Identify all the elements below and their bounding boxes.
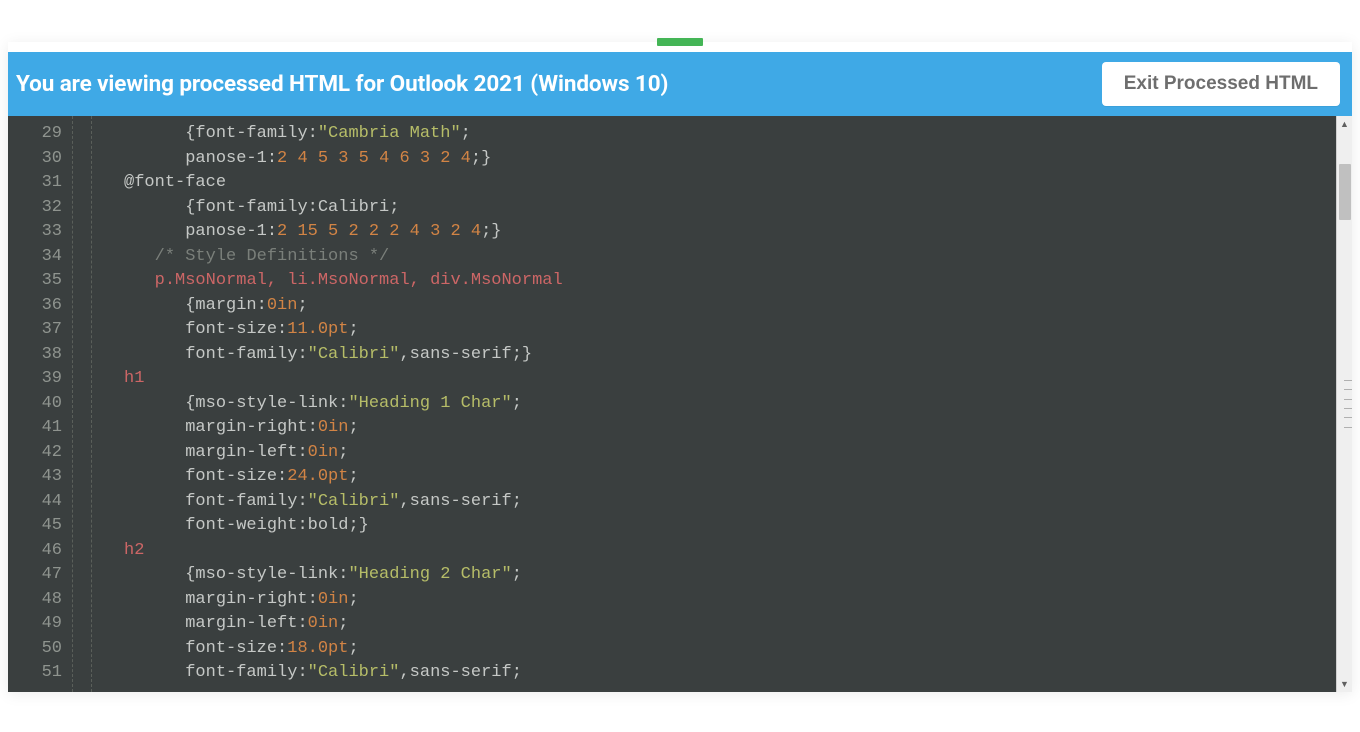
- code-line: h2: [73, 539, 1336, 564]
- scrollbar-grip-icon: [1344, 376, 1352, 432]
- line-number: 40: [8, 392, 72, 417]
- code-line: {mso-style-link:"Heading 2 Char";: [73, 563, 1336, 588]
- code-line: {font-family:"Cambria Math";: [73, 122, 1336, 147]
- line-number: 32: [8, 196, 72, 221]
- line-number: 43: [8, 465, 72, 490]
- code-line: font-family:"Calibri",sans-serif;: [73, 661, 1336, 686]
- line-number: 33: [8, 220, 72, 245]
- code-line: font-size:24.0pt;: [73, 465, 1336, 490]
- code-line: margin-left:0in;: [73, 441, 1336, 466]
- code-line: {margin:0in;: [73, 294, 1336, 319]
- code-line: font-family:"Calibri",sans-serif;: [73, 490, 1336, 515]
- line-number: 45: [8, 514, 72, 539]
- scroll-up-arrow[interactable]: ▲: [1337, 116, 1352, 132]
- line-number: 38: [8, 343, 72, 368]
- scrollbar-thumb[interactable]: [1339, 164, 1351, 220]
- code-content[interactable]: {font-family:"Cambria Math"; panose-1:2 …: [72, 116, 1336, 692]
- code-line: margin-left:0in;: [73, 612, 1336, 637]
- line-number: 44: [8, 490, 72, 515]
- vertical-scrollbar[interactable]: ▲ ▼: [1336, 116, 1352, 692]
- code-line: @font-face: [73, 171, 1336, 196]
- line-number: 50: [8, 637, 72, 662]
- code-line: /* Style Definitions */: [73, 245, 1336, 270]
- code-line: margin-right:0in;: [73, 588, 1336, 613]
- code-line: font-family:"Calibri",sans-serif;}: [73, 343, 1336, 368]
- line-number-gutter: 2930313233343536373839404142434445464748…: [8, 116, 72, 692]
- line-number: 35: [8, 269, 72, 294]
- line-number: 29: [8, 122, 72, 147]
- viewer-container: You are viewing processed HTML for Outlo…: [8, 42, 1352, 692]
- code-line: margin-right:0in;: [73, 416, 1336, 441]
- line-number: 51: [8, 661, 72, 686]
- line-number: 47: [8, 563, 72, 588]
- line-number: 49: [8, 612, 72, 637]
- code-line: panose-1:2 15 5 2 2 2 4 3 2 4;}: [73, 220, 1336, 245]
- code-line: font-size:11.0pt;: [73, 318, 1336, 343]
- line-number: 37: [8, 318, 72, 343]
- line-number: 30: [8, 147, 72, 172]
- indent-guide: [91, 116, 92, 692]
- code-line: font-weight:bold;}: [73, 514, 1336, 539]
- scroll-down-arrow[interactable]: ▼: [1337, 676, 1352, 692]
- line-number: 31: [8, 171, 72, 196]
- line-number: 48: [8, 588, 72, 613]
- top-accent-tab: [657, 38, 703, 46]
- line-number: 34: [8, 245, 72, 270]
- line-number: 42: [8, 441, 72, 466]
- code-line: font-size:18.0pt;: [73, 637, 1336, 662]
- line-number: 41: [8, 416, 72, 441]
- line-number: 46: [8, 539, 72, 564]
- line-number: 36: [8, 294, 72, 319]
- code-editor: 2930313233343536373839404142434445464748…: [8, 116, 1352, 692]
- code-line: panose-1:2 4 5 3 5 4 6 3 2 4;}: [73, 147, 1336, 172]
- header-bar: You are viewing processed HTML for Outlo…: [8, 52, 1352, 116]
- code-line: p.MsoNormal, li.MsoNormal, div.MsoNormal: [73, 269, 1336, 294]
- line-number: 39: [8, 367, 72, 392]
- code-line: h1: [73, 367, 1336, 392]
- header-title: You are viewing processed HTML for Outlo…: [16, 71, 668, 97]
- code-line: {font-family:Calibri;: [73, 196, 1336, 221]
- exit-processed-html-button[interactable]: Exit Processed HTML: [1102, 62, 1340, 106]
- code-line: {mso-style-link:"Heading 1 Char";: [73, 392, 1336, 417]
